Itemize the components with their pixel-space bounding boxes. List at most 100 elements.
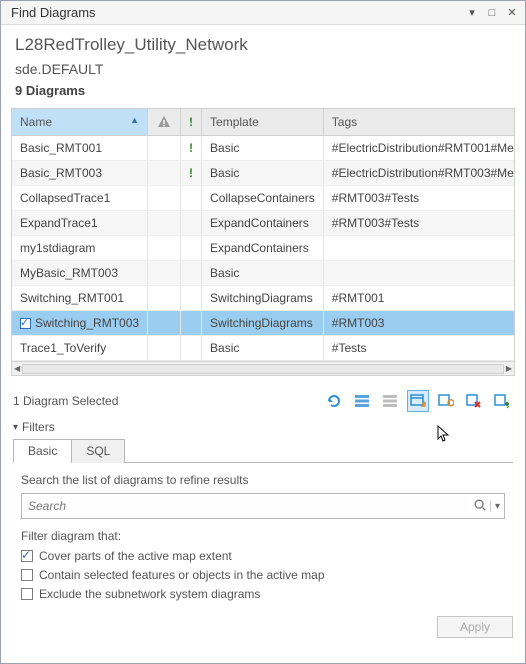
checkbox-icon xyxy=(21,550,33,562)
cell-warning xyxy=(148,211,181,236)
select-none-button[interactable] xyxy=(379,390,401,412)
cell-name: Switching_RMT003 xyxy=(35,316,139,330)
search-input[interactable] xyxy=(22,494,470,518)
search-menu-icon[interactable]: ▾ xyxy=(490,501,504,512)
toolbar xyxy=(323,390,513,412)
cell-status: ! xyxy=(181,161,202,186)
row-checkbox[interactable] xyxy=(20,318,31,329)
rows-all-icon xyxy=(354,393,370,409)
cell-tags: #RMT001 xyxy=(323,286,515,311)
cell-name: Switching_RMT001 xyxy=(20,291,124,305)
scroll-right-icon[interactable]: ▶ xyxy=(506,364,512,373)
dock-toggle-icon[interactable]: ▾ xyxy=(465,6,479,20)
column-status[interactable]: ! xyxy=(181,109,202,136)
cell-warning xyxy=(148,336,181,361)
scroll-track[interactable] xyxy=(22,364,504,374)
table-row[interactable]: ExpandTrace1 ExpandContainers#RMT003#Test… xyxy=(12,211,515,236)
cell-template: Basic xyxy=(202,161,324,186)
table-row[interactable]: Basic_RMT003!Basic#ElectricDistribution#… xyxy=(12,161,515,186)
cell-status xyxy=(181,286,202,311)
rows-none-icon xyxy=(382,393,398,409)
cell-name: my1stdiagram xyxy=(20,241,95,255)
table-row[interactable]: Switching_RMT001 SwitchingDiagrams#RMT001 xyxy=(12,286,515,311)
tab-basic[interactable]: Basic xyxy=(13,439,72,463)
column-template[interactable]: Template xyxy=(202,109,324,136)
titlebar: Find Diagrams ▾ □ ✕ xyxy=(1,1,525,25)
diagram-count: 9 Diagrams xyxy=(15,83,511,98)
horizontal-scrollbar[interactable]: ◀ ▶ xyxy=(12,361,514,375)
refresh-button[interactable] xyxy=(323,390,345,412)
cell-status: ! xyxy=(181,136,202,161)
cell-warning xyxy=(148,286,181,311)
apply-button[interactable]: Apply xyxy=(437,616,513,638)
cell-tags: #ElectricDistribution#RMT003#Medium Volt… xyxy=(323,161,515,186)
cell-template: CollapseContainers xyxy=(202,186,324,211)
cell-status xyxy=(181,261,202,286)
delete-icon xyxy=(466,393,482,409)
search-label: Search the list of diagrams to refine re… xyxy=(21,473,505,487)
cell-tags: #RMT003#Tests xyxy=(323,211,515,236)
column-warning[interactable] xyxy=(148,109,181,136)
cell-warning xyxy=(148,236,181,261)
cell-warning xyxy=(148,161,181,186)
add-to-map-button[interactable] xyxy=(491,390,513,412)
tab-sql[interactable]: SQL xyxy=(71,439,125,463)
filter-exclude-subnetwork[interactable]: Exclude the subnetwork system diagrams xyxy=(21,587,505,601)
open-diagram-icon xyxy=(410,393,426,409)
cell-warning xyxy=(148,261,181,286)
update-diagram-button[interactable] xyxy=(435,390,457,412)
open-diagram-button[interactable] xyxy=(407,390,429,412)
cell-template: Basic xyxy=(202,136,324,161)
filters-heading: Filters xyxy=(22,420,55,434)
refresh-icon xyxy=(326,393,342,409)
selection-status: 1 Diagram Selected xyxy=(13,394,118,408)
cell-template: SwitchingDiagrams xyxy=(202,311,324,336)
select-all-button[interactable] xyxy=(351,390,373,412)
cell-template: SwitchingDiagrams xyxy=(202,286,324,311)
filter-contain-selected[interactable]: Contain selected features or objects in … xyxy=(21,568,505,582)
add-map-icon xyxy=(494,393,510,409)
table-row[interactable]: Basic_RMT001!Basic#ElectricDistribution#… xyxy=(12,136,515,161)
chevron-down-icon: ▾ xyxy=(13,422,18,433)
cell-template: ExpandContainers xyxy=(202,236,324,261)
cell-warning xyxy=(148,186,181,211)
cell-tags xyxy=(323,236,515,261)
scroll-left-icon[interactable]: ◀ xyxy=(14,364,20,373)
cell-status xyxy=(181,186,202,211)
filter-tabs: Basic SQL xyxy=(13,438,513,463)
cell-tags xyxy=(323,261,515,286)
cell-status xyxy=(181,311,202,336)
table-row[interactable]: Trace1_ToVerifyBasic#Tests xyxy=(12,336,515,361)
table-row[interactable]: my1stdiagram ExpandContainers xyxy=(12,236,515,261)
filters-toggle[interactable]: ▾ Filters xyxy=(13,420,513,434)
cell-status xyxy=(181,211,202,236)
cell-tags: #Tests xyxy=(323,336,515,361)
maximize-icon[interactable]: □ xyxy=(485,6,499,20)
cell-tags: #ElectricDistribution#RMT001#Medium Volt… xyxy=(323,136,515,161)
column-tags[interactable]: Tags xyxy=(323,109,515,136)
version-name: sde.DEFAULT xyxy=(15,61,511,77)
column-name[interactable]: Name ▲ xyxy=(12,109,148,136)
cell-name: MyBasic_RMT003 xyxy=(20,266,118,280)
table-row[interactable]: Switching_RMT003SwitchingDiagrams#RMT003 xyxy=(12,311,515,336)
filter-group-label: Filter diagram that: xyxy=(21,529,505,543)
checkbox-icon xyxy=(21,569,33,581)
search-icon[interactable] xyxy=(470,498,490,515)
cell-status xyxy=(181,236,202,261)
cell-warning xyxy=(148,136,181,161)
checkbox-icon xyxy=(21,588,33,600)
cell-name: CollapsedTrace1 xyxy=(20,191,110,205)
cell-template: Basic xyxy=(202,261,324,286)
cell-name: Trace1_ToVerify xyxy=(20,341,106,355)
delete-diagram-button[interactable] xyxy=(463,390,485,412)
diagram-table: Name ▲ ! Template Tags Basic_RMT001!Ba xyxy=(11,108,515,376)
update-icon xyxy=(438,393,454,409)
table-row[interactable]: CollapsedTrace1CollapseContainers#RMT003… xyxy=(12,186,515,211)
cell-name: Basic_RMT003 xyxy=(20,166,102,180)
cell-name: ExpandTrace1 xyxy=(20,216,98,230)
filter-cover-extent[interactable]: Cover parts of the active map extent xyxy=(21,549,505,563)
close-icon[interactable]: ✕ xyxy=(505,6,519,20)
cell-name: Basic_RMT001 xyxy=(20,141,102,155)
table-row[interactable]: MyBasic_RMT003 Basic xyxy=(12,261,515,286)
cell-template: ExpandContainers xyxy=(202,211,324,236)
